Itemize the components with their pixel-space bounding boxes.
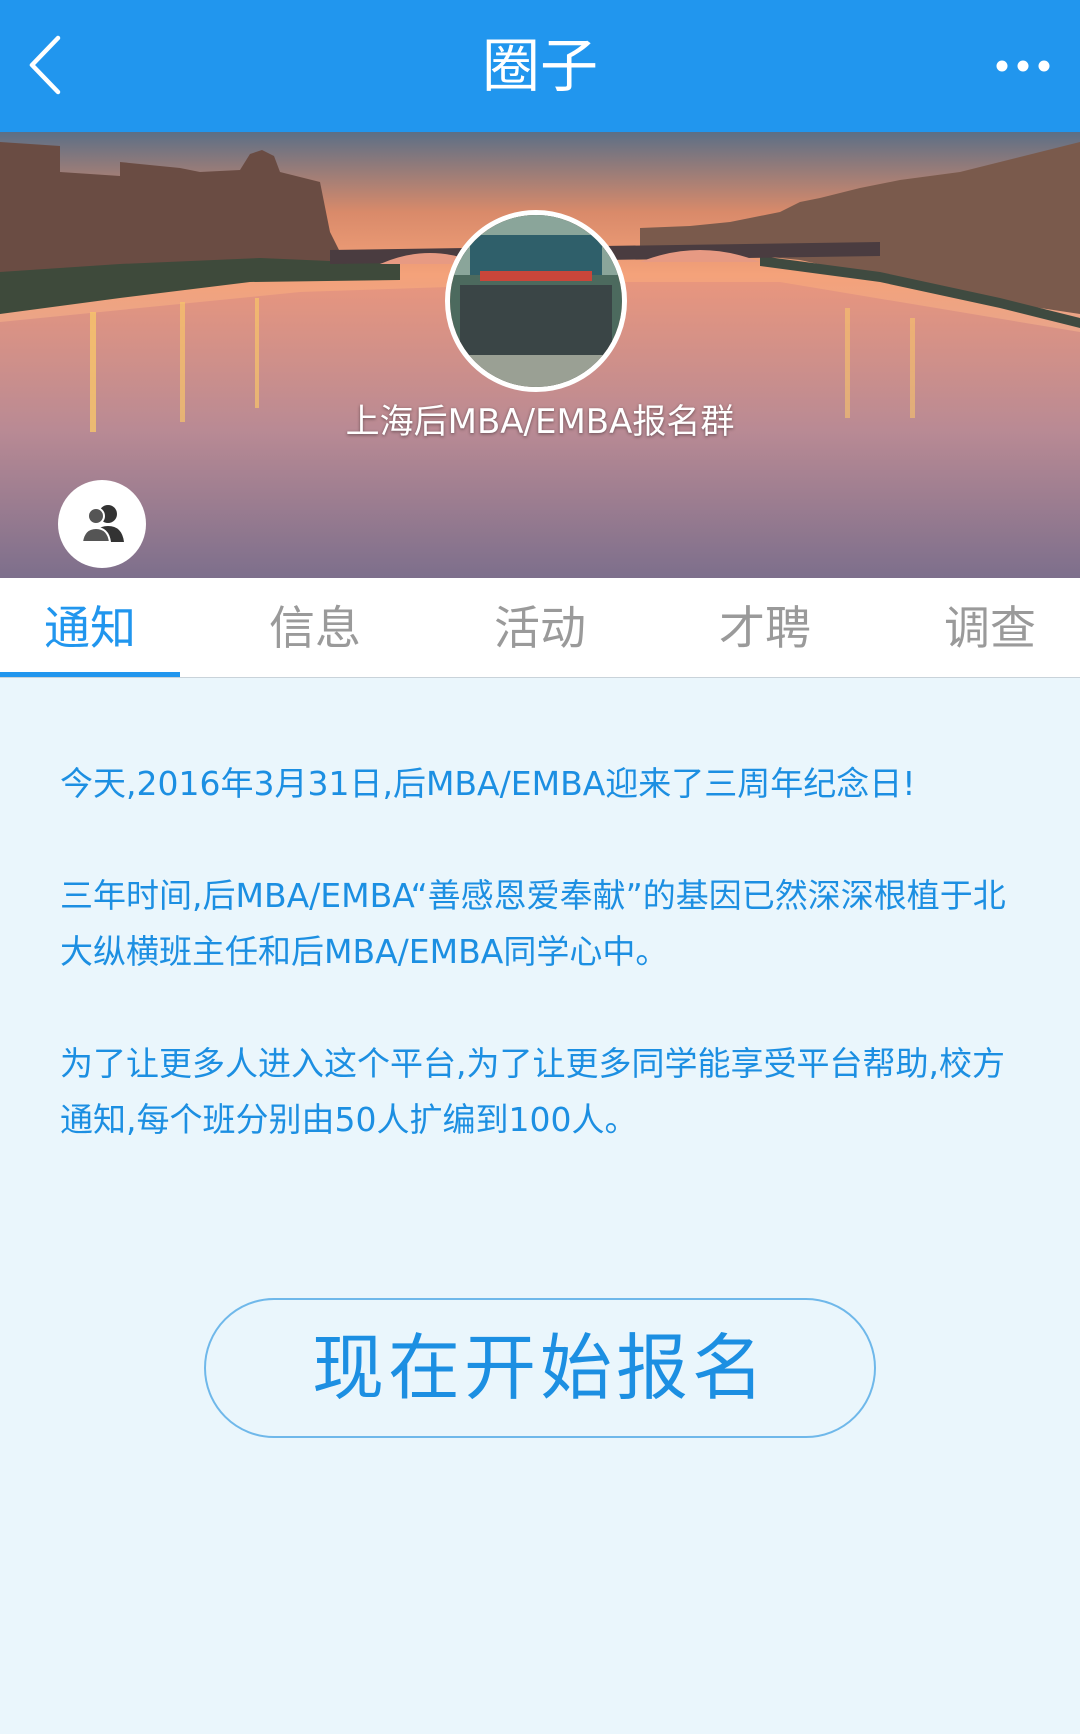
active-tab-indicator — [0, 672, 180, 677]
nav-bar: 圈子 — [0, 0, 1080, 132]
tab-events[interactable]: 活动 — [450, 578, 630, 678]
tab-recruit[interactable]: 才聘 — [675, 578, 855, 678]
more-button[interactable] — [990, 46, 1060, 86]
signup-button[interactable]: 现在开始报名 — [204, 1298, 876, 1438]
back-button[interactable] — [24, 30, 88, 100]
group-people-icon — [80, 505, 124, 543]
notice-content: 今天,2016年3月31日,后MBA/EMBA迎来了三周年纪念日! 三年时间,后… — [60, 756, 1030, 1204]
group-photo-image — [450, 215, 622, 387]
tab-bar: 通知 信息 活动 才聘 调查 — [0, 578, 1080, 678]
page-title: 圈子 — [481, 32, 598, 100]
tab-info[interactable]: 信息 — [225, 578, 405, 678]
chevron-left-icon — [29, 35, 61, 95]
group-avatar[interactable] — [445, 210, 627, 392]
tab-survey[interactable]: 调查 — [900, 578, 1080, 678]
more-dots-icon — [996, 60, 1050, 72]
members-button[interactable] — [58, 480, 146, 568]
tab-notice[interactable]: 通知 — [0, 578, 180, 678]
notice-paragraph: 今天,2016年3月31日,后MBA/EMBA迎来了三周年纪念日! — [60, 764, 916, 803]
group-banner: 上海后MBA/EMBA报名群 — [0, 132, 1080, 578]
notice-paragraph: 三年时间,后MBA/EMBA“善感恩爱奉献”的基因已然深深根植于北大纵横班主任和… — [60, 876, 1006, 971]
notice-paragraph: 为了让更多人进入这个平台,为了让更多同学能享受平台帮助,校方通知,每个班分别由5… — [60, 1044, 1005, 1139]
group-name: 上海后MBA/EMBA报名群 — [345, 402, 735, 442]
